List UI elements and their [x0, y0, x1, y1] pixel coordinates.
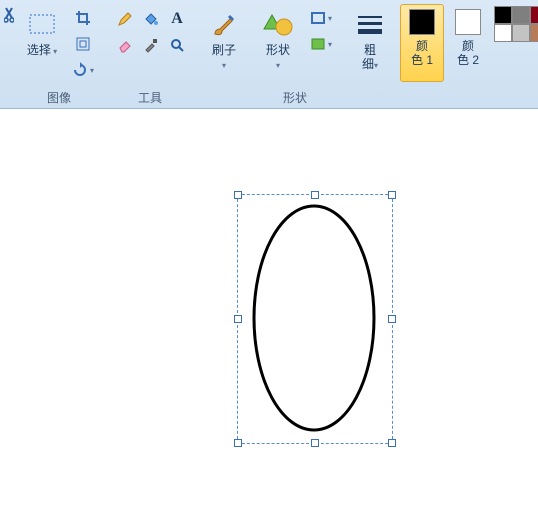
group-label-brush-spacer — [202, 90, 246, 108]
line-thin-icon — [358, 16, 382, 18]
selection-handle[interactable] — [234, 315, 242, 323]
palette-color[interactable] — [530, 24, 538, 42]
magnifier-icon — [169, 37, 185, 53]
ribbon: 选择 ▾ ▾ 图像 A — [0, 0, 538, 109]
bucket-icon — [143, 11, 159, 27]
clipboard-fragment — [4, 0, 14, 108]
rotate-button[interactable]: ▾ — [70, 58, 96, 82]
group-label-thickness-spacer — [348, 90, 392, 108]
color2-label: 颜 色 2 — [457, 39, 479, 67]
selection-handle[interactable] — [234, 191, 242, 199]
thickness-button[interactable]: 粗 细▾ — [348, 4, 392, 82]
fill-icon — [310, 37, 326, 51]
color2-button[interactable]: 颜 色 2 — [446, 4, 490, 82]
shape-outline-button[interactable]: ▾ — [308, 6, 334, 30]
pencil-tool[interactable] — [112, 6, 138, 32]
brush-button[interactable]: 刷子 ▾ — [202, 4, 246, 82]
color1-button[interactable]: 颜 色 1 — [400, 4, 444, 82]
group-thickness: 粗 细▾ — [342, 0, 394, 108]
eyedropper-icon — [143, 37, 159, 53]
color2-swatch — [455, 9, 481, 35]
group-label-image: 图像 — [20, 87, 98, 108]
brush-icon — [209, 10, 239, 40]
outline-icon — [310, 11, 326, 25]
color1-label: 颜 色 1 — [411, 39, 433, 67]
shape-fill-button[interactable]: ▾ — [308, 32, 334, 56]
text-tool[interactable]: A — [164, 6, 190, 32]
eraser-tool[interactable] — [112, 32, 138, 58]
group-label-shapes: 形状 — [254, 87, 336, 108]
chevron-down-icon: ▾ — [51, 47, 57, 56]
chevron-down-icon: ▾ — [276, 61, 280, 70]
group-colors: 颜 色 1 颜 色 2 — [394, 0, 538, 108]
palette-color[interactable] — [512, 6, 530, 24]
canvas[interactable] — [0, 109, 538, 507]
shapes-icon — [262, 11, 294, 39]
picker-tool[interactable] — [138, 32, 164, 58]
selection-rect[interactable] — [237, 194, 393, 444]
chevron-down-icon: ▾ — [328, 14, 332, 23]
palette-color[interactable] — [494, 24, 512, 42]
group-shapes: 形状 ▾ ▾ ▾ 形状 — [248, 0, 342, 108]
pencil-icon — [117, 11, 133, 27]
selection-handle[interactable] — [388, 315, 396, 323]
selection-handle[interactable] — [388, 191, 396, 199]
color1-swatch — [409, 9, 435, 35]
fill-tool[interactable] — [138, 6, 164, 32]
palette-color[interactable] — [494, 6, 512, 24]
crop-icon — [75, 10, 91, 26]
line-med-icon — [358, 22, 382, 25]
chevron-down-icon: ▾ — [374, 61, 378, 70]
palette-color[interactable] — [530, 6, 538, 24]
select-label: 选择 — [27, 43, 51, 57]
shapes-dropdown-button[interactable]: 形状 ▾ — [254, 4, 302, 82]
resize-button[interactable] — [70, 32, 96, 56]
eraser-icon — [117, 37, 133, 53]
group-label-colors-spacer — [400, 90, 538, 108]
scissors-icon — [4, 6, 14, 26]
chevron-down-icon: ▾ — [90, 66, 94, 75]
zoom-tool[interactable] — [164, 32, 190, 58]
group-label-tools: 工具 — [110, 87, 190, 108]
selection-handle[interactable] — [388, 439, 396, 447]
selection-handle[interactable] — [311, 191, 319, 199]
group-brush: 刷子 ▾ — [196, 0, 248, 108]
color-palette — [492, 4, 538, 42]
rotate-icon — [72, 62, 88, 78]
line-thick-icon — [358, 29, 382, 34]
brush-label: 刷子 — [212, 43, 236, 57]
chevron-down-icon: ▾ — [222, 61, 226, 70]
resize-icon — [75, 36, 91, 52]
palette-color[interactable] — [512, 24, 530, 42]
group-tools: A 工具 — [104, 0, 196, 108]
crop-button[interactable] — [70, 6, 96, 30]
shapes-label: 形状 — [266, 43, 290, 57]
selection-handle[interactable] — [234, 439, 242, 447]
select-rect-icon — [28, 13, 56, 37]
selection-handle[interactable] — [311, 439, 319, 447]
select-button[interactable]: 选择 ▾ — [20, 4, 64, 82]
text-icon: A — [171, 10, 183, 28]
group-image: 选择 ▾ ▾ 图像 — [14, 0, 104, 108]
chevron-down-icon: ▾ — [328, 40, 332, 49]
